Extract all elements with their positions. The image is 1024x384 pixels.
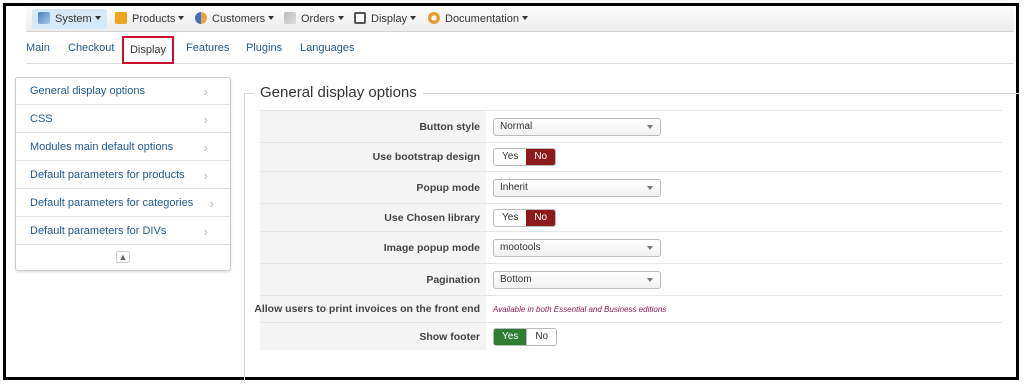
menu-display[interactable]: Display xyxy=(348,9,422,29)
tab-display[interactable]: Display xyxy=(122,36,174,64)
sidebar-item-label: Default parameters for products xyxy=(30,169,185,181)
setting-label: Pagination xyxy=(260,264,486,295)
button-style-select[interactable]: Normal xyxy=(493,117,661,136)
menu-display-label: Display xyxy=(371,13,408,25)
menu-orders[interactable]: Orders xyxy=(278,9,350,29)
menu-customers[interactable]: Customers xyxy=(189,9,280,29)
wrench-icon xyxy=(38,12,50,24)
setting-label: Button style xyxy=(260,111,486,142)
sidebar-item-label: Modules main default options xyxy=(30,141,174,153)
chevron-right-icon: › xyxy=(203,140,208,155)
tab-languages[interactable]: Languages xyxy=(300,42,354,54)
show-footer-toggle: Yes No xyxy=(493,327,558,346)
image-popup-mode-select[interactable]: mootools xyxy=(493,238,661,257)
setting-label: Image popup mode xyxy=(260,232,486,263)
select-value: Bottom xyxy=(500,273,532,285)
sidebar-item-divs[interactable]: Default parameters for DIVs › xyxy=(16,218,230,245)
setting-label: Popup mode xyxy=(260,172,486,203)
screen-icon xyxy=(354,12,366,24)
menu-orders-label: Orders xyxy=(301,13,335,25)
pen-icon xyxy=(284,12,296,24)
sidebar-collapse: ▲ xyxy=(16,246,230,270)
bootstrap-toggle: Yes No xyxy=(493,148,557,166)
chevron-down-icon xyxy=(337,16,344,20)
chevron-down-icon xyxy=(522,16,528,20)
tab-checkout[interactable]: Checkout xyxy=(68,42,114,54)
sidebar-item-label: General display options xyxy=(30,85,145,97)
sidebar-item-label: Default parameters for categories xyxy=(30,197,194,209)
sidebar-item-label: CSS xyxy=(30,113,53,125)
setting-row-popup-mode: Popup mode Inherit xyxy=(260,171,1002,203)
menu-system-label: System xyxy=(55,13,92,25)
setting-label: Show footer xyxy=(260,323,486,350)
chevron-right-icon: › xyxy=(203,112,208,127)
sidebar-item-categories[interactable]: Default parameters for categories › xyxy=(16,190,230,217)
sidebar-item-label: Default parameters for DIVs xyxy=(30,225,167,237)
chevron-down-icon xyxy=(268,16,275,20)
setting-row-pagination: Pagination Bottom xyxy=(260,263,1002,295)
setting-label: Use bootstrap design xyxy=(260,143,486,171)
setting-row-button-style: Button style Normal xyxy=(260,110,1002,142)
sidebar-item-products[interactable]: Default parameters for products › xyxy=(16,162,230,189)
chevron-right-icon: › xyxy=(203,224,208,239)
dropdown-arrow-icon xyxy=(647,124,653,129)
chevron-right-icon: › xyxy=(209,196,214,211)
chosen-yes-button[interactable]: Yes xyxy=(494,209,527,226)
section-title: General display options xyxy=(254,84,423,101)
dropdown-arrow-icon xyxy=(647,185,653,190)
tab-features[interactable]: Features xyxy=(186,42,229,54)
menu-customers-label: Customers xyxy=(212,13,266,25)
setting-row-image-popup: Image popup mode mootools xyxy=(260,231,1002,263)
lifebuoy-icon xyxy=(428,12,440,24)
options-sidebar: General display options › CSS › Modules ma… xyxy=(15,77,231,271)
select-value: Inherit xyxy=(500,181,528,193)
popup-mode-select[interactable]: Inherit xyxy=(493,178,661,197)
menu-system[interactable]: System xyxy=(32,9,107,29)
bootstrap-no-button[interactable]: No xyxy=(526,149,556,165)
chosen-no-button[interactable]: No xyxy=(526,209,556,226)
menu-documentation-label: Documentation xyxy=(445,13,519,25)
setting-label: Use Chosen library xyxy=(260,204,486,231)
chevron-right-icon: › xyxy=(203,84,208,99)
dropdown-arrow-icon xyxy=(647,245,653,250)
setting-row-bootstrap: Use bootstrap design Yes No xyxy=(260,142,1002,171)
tab-main[interactable]: Main xyxy=(26,42,50,54)
menu-products-label: Products xyxy=(132,13,176,25)
top-menu-bar: System Products Customers Orders Display… xyxy=(26,6,1014,32)
setting-row-chosen: Use Chosen library Yes No xyxy=(260,203,1002,231)
dropdown-arrow-icon xyxy=(647,277,653,282)
collapse-up-icon[interactable]: ▲ xyxy=(116,251,130,263)
chevron-down-icon xyxy=(94,16,101,20)
tab-plugins[interactable]: Plugins xyxy=(246,42,282,54)
sidebar-item-general-display[interactable]: General display options › xyxy=(16,78,230,105)
sub-tabs: Main Checkout Display Features Plugins L… xyxy=(26,36,1014,64)
pagination-select[interactable]: Bottom xyxy=(493,270,661,289)
sidebar-item-modules[interactable]: Modules main default options › xyxy=(16,134,230,161)
users-icon xyxy=(195,12,207,24)
setting-row-print-invoices: Allow users to print invoices on the fro… xyxy=(254,295,1002,322)
show-footer-no-button[interactable]: No xyxy=(526,328,557,345)
setting-row-show-footer: Show footer Yes No xyxy=(260,322,1002,350)
show-footer-yes-button[interactable]: Yes xyxy=(494,328,527,345)
menu-documentation[interactable]: Documentation xyxy=(422,9,534,29)
sidebar-item-css[interactable]: CSS › xyxy=(16,106,230,133)
chevron-right-icon: › xyxy=(203,168,208,183)
edition-note: Available in both Essential and Business… xyxy=(493,304,667,314)
chosen-toggle: Yes No xyxy=(493,208,557,227)
bootstrap-yes-button[interactable]: Yes xyxy=(494,149,527,165)
select-value: Normal xyxy=(500,120,533,132)
chevron-down-icon xyxy=(410,16,417,20)
setting-label: Allow users to print invoices on the fro… xyxy=(254,296,486,322)
menu-products[interactable]: Products xyxy=(109,9,190,29)
select-value: mootools xyxy=(500,241,541,253)
box-icon xyxy=(115,12,127,24)
chevron-down-icon xyxy=(178,16,185,20)
